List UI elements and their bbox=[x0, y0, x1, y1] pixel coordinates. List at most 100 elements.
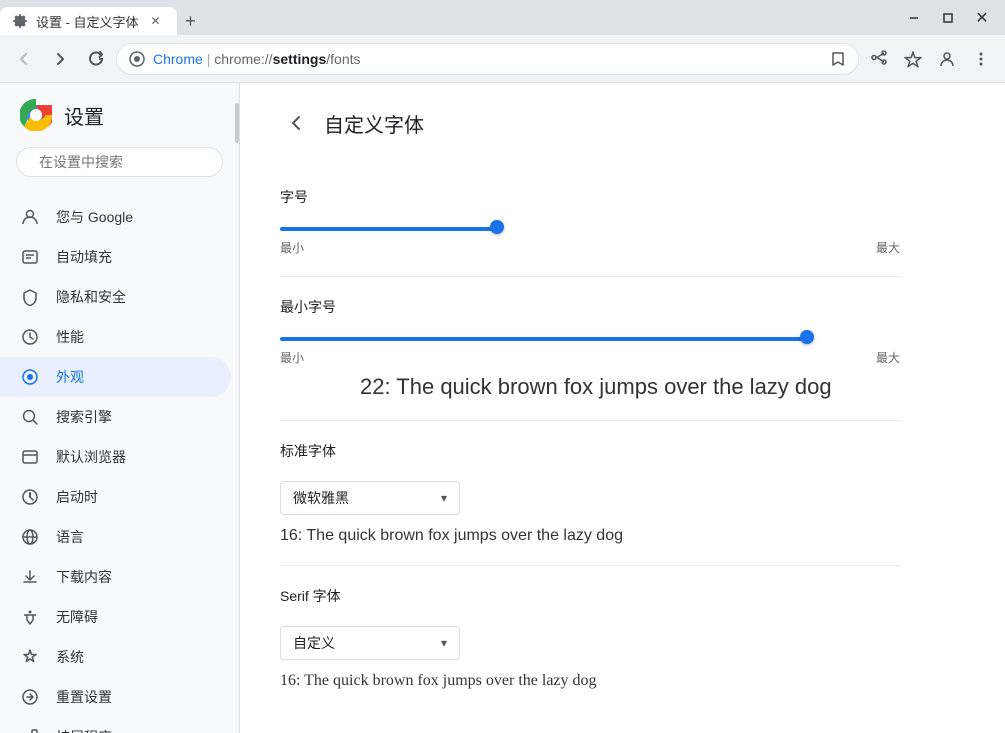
standard-font-preview: 16: The quick brown fox jumps over the l… bbox=[280, 527, 900, 545]
serif-font-section: Serif 字体 自定义 ▾ 16: The quick brown fox j… bbox=[280, 566, 900, 710]
minimize-button[interactable] bbox=[899, 3, 929, 33]
nav-label-accessibility: 无障碍 bbox=[56, 607, 98, 627]
sidebar-item-system[interactable]: 系统 bbox=[0, 637, 231, 677]
sidebar-item-reset[interactable]: 重置设置 bbox=[0, 677, 231, 717]
nav-label-search: 搜索引擎 bbox=[56, 407, 112, 427]
sidebar-title: 设置 bbox=[64, 101, 104, 130]
forward-button[interactable] bbox=[44, 43, 76, 75]
page-title: 自定义字体 bbox=[324, 109, 424, 138]
tab-bar: 设置 - 自定义字体 ✕ + bbox=[0, 0, 891, 35]
security-icon bbox=[129, 51, 145, 67]
sidebar-item-language[interactable]: 语言 bbox=[0, 517, 231, 557]
serif-font-title: Serif 字体 bbox=[280, 586, 900, 606]
accessibility-icon bbox=[20, 607, 40, 627]
system-icon bbox=[20, 647, 40, 667]
sidebar-item-appearance[interactable]: 外观 bbox=[0, 357, 231, 397]
back-button[interactable] bbox=[280, 107, 312, 139]
select-arrow-icon: ▾ bbox=[441, 491, 447, 505]
sidebar-item-startup[interactable]: 启动时 bbox=[0, 477, 231, 517]
profile-button[interactable] bbox=[931, 43, 963, 75]
slider-thumb[interactable] bbox=[490, 220, 504, 234]
sidebar-item-downloads[interactable]: 下载内容 bbox=[0, 557, 231, 597]
min-font-preview-text: 22: The quick brown fox jumps over the l… bbox=[360, 374, 900, 400]
standard-font-section: 标准字体 微软雅黑 ▾ 16: The quick brown fox jump… bbox=[280, 421, 900, 566]
standard-font-selected: 微软雅黑 bbox=[293, 488, 349, 508]
person-icon bbox=[20, 207, 40, 227]
nav-label-startup: 启动时 bbox=[56, 487, 98, 507]
close-button[interactable]: ✕ bbox=[967, 3, 997, 33]
shield-icon bbox=[20, 287, 40, 307]
font-size-title: 字号 bbox=[280, 187, 900, 207]
toolbar-right bbox=[863, 43, 997, 75]
search-input[interactable] bbox=[39, 154, 220, 170]
slider-fill bbox=[280, 227, 497, 231]
browser-toolbar: Chrome | chrome://settings/fonts bbox=[0, 35, 1005, 83]
serif-select-arrow-icon: ▾ bbox=[441, 636, 447, 650]
performance-icon bbox=[20, 327, 40, 347]
sidebar-item-google[interactable]: 您与 Google bbox=[0, 197, 231, 237]
min-slider-fill bbox=[280, 337, 807, 341]
active-tab[interactable]: 设置 - 自定义字体 ✕ bbox=[0, 7, 177, 35]
nav-label-performance: 性能 bbox=[56, 327, 84, 347]
window-controls: ✕ bbox=[891, 0, 1005, 35]
search-container bbox=[0, 147, 239, 189]
nav-label-google: 您与 Google bbox=[56, 207, 133, 227]
min-font-size-section: 最小字号 最小 最大 22: The quick brown fox jumps… bbox=[280, 277, 900, 421]
standard-font-title: 标准字体 bbox=[280, 441, 900, 461]
nav-label-reset: 重置设置 bbox=[56, 687, 112, 707]
min-slider-thumb[interactable] bbox=[800, 330, 814, 344]
reset-icon bbox=[20, 687, 40, 707]
tab-close-button[interactable]: ✕ bbox=[147, 12, 165, 30]
maximize-button[interactable] bbox=[933, 3, 963, 33]
scroll-thumb bbox=[235, 103, 239, 143]
downloads-icon bbox=[20, 567, 40, 587]
back-button[interactable] bbox=[8, 43, 40, 75]
startup-icon bbox=[20, 487, 40, 507]
min-slider-max-label: 最大 bbox=[876, 349, 900, 366]
chrome-logo-icon bbox=[20, 99, 52, 131]
min-font-slider-labels: 最小 最大 bbox=[280, 349, 900, 366]
address-text: Chrome | chrome://settings/fonts bbox=[153, 51, 822, 67]
reload-button[interactable] bbox=[80, 43, 112, 75]
nav-label-extensions: 扩展程序 bbox=[56, 727, 112, 733]
autofill-icon bbox=[20, 247, 40, 267]
address-display: chrome://settings/fonts bbox=[214, 51, 360, 67]
sidebar-item-search[interactable]: 搜索引擎 bbox=[0, 397, 231, 437]
titlebar: 设置 - 自定义字体 ✕ + ✕ bbox=[0, 0, 1005, 35]
sidebar-item-autofill[interactable]: 自动填充 bbox=[0, 237, 231, 277]
nav-label-system: 系统 bbox=[56, 647, 84, 667]
search-box[interactable] bbox=[16, 147, 223, 177]
min-font-size-title: 最小字号 bbox=[280, 297, 900, 317]
slider-min-label: 最小 bbox=[280, 239, 304, 256]
min-slider-min-label: 最小 bbox=[280, 349, 304, 366]
tab-favicon bbox=[12, 13, 28, 29]
sidebar-item-performance[interactable]: 性能 bbox=[0, 317, 231, 357]
bookmark-star-button[interactable] bbox=[897, 43, 929, 75]
chrome-brand: Chrome bbox=[153, 51, 203, 67]
sidebar-scrollbar bbox=[233, 83, 239, 733]
address-bar[interactable]: Chrome | chrome://settings/fonts bbox=[116, 43, 859, 75]
main-content: 自定义字体 字号 最小 最大 最小字号 bbox=[240, 83, 1005, 733]
serif-font-preview: 16: The quick brown fox jumps over the l… bbox=[280, 672, 900, 690]
standard-font-select[interactable]: 微软雅黑 ▾ bbox=[280, 481, 460, 515]
bookmark-icon[interactable] bbox=[830, 51, 846, 67]
sidebar-item-extensions[interactable]: 扩展程序 ↗ bbox=[0, 717, 231, 733]
language-icon bbox=[20, 527, 40, 547]
extensions-icon bbox=[20, 727, 40, 733]
font-size-slider-labels: 最小 最大 bbox=[280, 239, 900, 256]
appearance-icon bbox=[20, 367, 40, 387]
tab-title-text: 设置 - 自定义字体 bbox=[36, 12, 139, 31]
nav-label-autofill: 自动填充 bbox=[56, 247, 112, 267]
sidebar-item-privacy[interactable]: 隐私和安全 bbox=[0, 277, 231, 317]
sidebar-item-browser[interactable]: 默认浏览器 bbox=[0, 437, 231, 477]
min-font-size-slider-container: 最小 最大 bbox=[280, 329, 900, 366]
slider-max-label: 最大 bbox=[876, 239, 900, 256]
new-tab-button[interactable]: + bbox=[177, 7, 205, 35]
menu-button[interactable] bbox=[965, 43, 997, 75]
serif-font-select[interactable]: 自定义 ▾ bbox=[280, 626, 460, 660]
share-button[interactable] bbox=[863, 43, 895, 75]
sidebar-header: 设置 bbox=[0, 83, 239, 147]
browser-icon bbox=[20, 447, 40, 467]
sidebar-item-accessibility[interactable]: 无障碍 bbox=[0, 597, 231, 637]
search-engine-icon bbox=[20, 407, 40, 427]
